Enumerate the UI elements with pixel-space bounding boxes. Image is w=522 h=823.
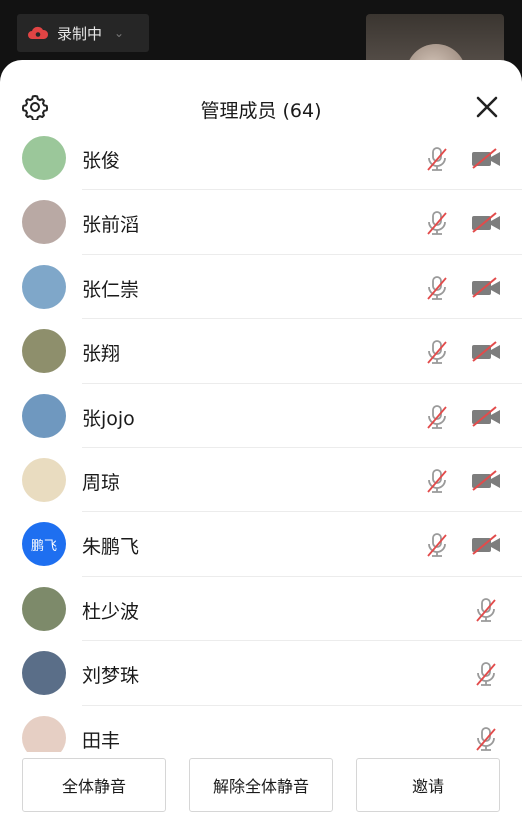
- mic-muted-icon[interactable]: [474, 661, 498, 687]
- member-row[interactable]: 周琼: [0, 448, 522, 513]
- member-row[interactable]: 张jojo: [0, 384, 522, 448]
- member-name: 刘梦珠: [82, 665, 140, 688]
- member-name: 田丰: [82, 729, 121, 752]
- camera-off-icon[interactable]: [470, 339, 502, 365]
- panel-title: 管理成员 (64): [200, 100, 322, 122]
- close-icon[interactable]: [474, 94, 500, 120]
- unmute-all-button[interactable]: 解除全体静音: [189, 758, 333, 812]
- mic-muted-icon[interactable]: [425, 210, 449, 236]
- member-name: 张前滔: [82, 214, 140, 237]
- avatar: [22, 457, 66, 502]
- member-row[interactable]: 张俊: [0, 126, 522, 191]
- mic-muted-icon[interactable]: [425, 339, 449, 365]
- member-name: 张俊: [82, 150, 121, 172]
- action-bar: 全体静音 解除全体静音 邀请: [0, 752, 522, 823]
- camera-off-icon[interactable]: [470, 210, 502, 236]
- camera-off-icon[interactable]: [470, 468, 502, 494]
- camera-off-icon[interactable]: [470, 404, 502, 430]
- cloud-record-icon: [28, 26, 49, 39]
- avatar: [22, 200, 66, 245]
- camera-off-icon[interactable]: [470, 146, 502, 172]
- avatar: [22, 329, 66, 374]
- mute-all-button[interactable]: 全体静音: [22, 758, 166, 812]
- recording-status-button[interactable]: 录制中 ⌄: [17, 14, 149, 52]
- avatar: [22, 264, 66, 309]
- member-management-sheet: 管理成员 (64) 张俊张前滔张仁崇张翔张jojo 周琼鹏飞 朱鹏飞杜少波刘梦珠田丰…: [0, 60, 522, 823]
- mic-muted-icon[interactable]: [474, 726, 498, 752]
- member-name: 张仁崇: [82, 278, 140, 301]
- camera-off-icon[interactable]: [470, 532, 502, 558]
- member-row[interactable]: 张翔: [0, 319, 522, 384]
- member-name: 周琼: [82, 471, 121, 494]
- member-name: 张jojo: [82, 407, 135, 430]
- member-name: 张翔: [82, 343, 121, 366]
- mic-muted-icon[interactable]: [425, 404, 449, 430]
- mic-muted-icon[interactable]: [425, 468, 449, 494]
- avatar: [22, 715, 66, 752]
- member-row[interactable]: 张前滔: [0, 190, 522, 255]
- mic-muted-icon[interactable]: [474, 597, 498, 623]
- member-row[interactable]: 刘梦珠: [0, 641, 522, 706]
- avatar: [22, 586, 66, 631]
- recording-label: 录制中: [57, 24, 103, 43]
- avatar: [22, 393, 66, 438]
- member-row[interactable]: 张仁崇: [0, 255, 522, 320]
- avatar: [22, 651, 66, 696]
- member-row[interactable]: 杜少波: [0, 577, 522, 642]
- avatar: 鹏飞: [22, 522, 66, 567]
- invite-button[interactable]: 邀请: [356, 758, 500, 812]
- mic-muted-icon[interactable]: [425, 532, 449, 558]
- member-list: 张俊张前滔张仁崇张翔张jojo 周琼鹏飞 朱鹏飞杜少波刘梦珠田丰: [0, 126, 522, 752]
- camera-off-icon[interactable]: [470, 275, 502, 301]
- member-row[interactable]: 鹏飞 朱鹏飞: [0, 512, 522, 577]
- chevron-down-icon: ⌄: [114, 26, 125, 40]
- mic-muted-icon[interactable]: [425, 146, 449, 172]
- avatar: [22, 136, 66, 180]
- mic-muted-icon[interactable]: [425, 275, 449, 301]
- member-name: 朱鹏飞: [82, 536, 140, 559]
- member-row[interactable]: 田丰: [0, 706, 522, 752]
- member-name: 杜少波: [82, 600, 140, 623]
- sheet-header: 管理成员 (64): [0, 60, 522, 132]
